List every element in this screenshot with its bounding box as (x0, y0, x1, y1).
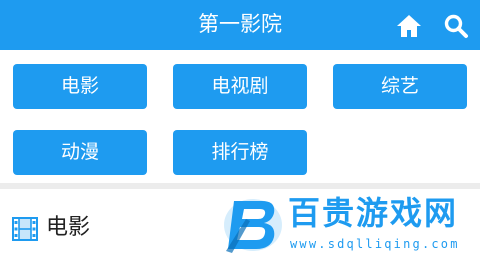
watermark-logo (222, 191, 284, 257)
home-icon (397, 15, 421, 37)
category-nav: 电影 电视剧 综艺 动漫 排行榜 (0, 50, 480, 183)
nav-button-variety[interactable]: 综艺 (333, 64, 467, 109)
watermark-url: www.sdqlliqing.com (290, 237, 460, 251)
search-icon (444, 14, 468, 38)
nav-button-anime[interactable]: 动漫 (13, 130, 147, 175)
home-button[interactable] (396, 13, 422, 39)
top-bar: 第一影院 (0, 0, 480, 50)
nav-button-tv-series[interactable]: 电视剧 (173, 64, 307, 109)
watermark-name: 百贵游戏网 (288, 194, 459, 232)
section-title: 电影 (46, 215, 91, 240)
nav-button-rankings[interactable]: 排行榜 (173, 130, 307, 175)
watermark-overlay: 百贵游戏网 www.sdqlliqing.com (212, 189, 480, 261)
film-icon (12, 217, 38, 241)
search-button[interactable] (443, 13, 469, 39)
nav-button-movies[interactable]: 电影 (13, 64, 147, 109)
